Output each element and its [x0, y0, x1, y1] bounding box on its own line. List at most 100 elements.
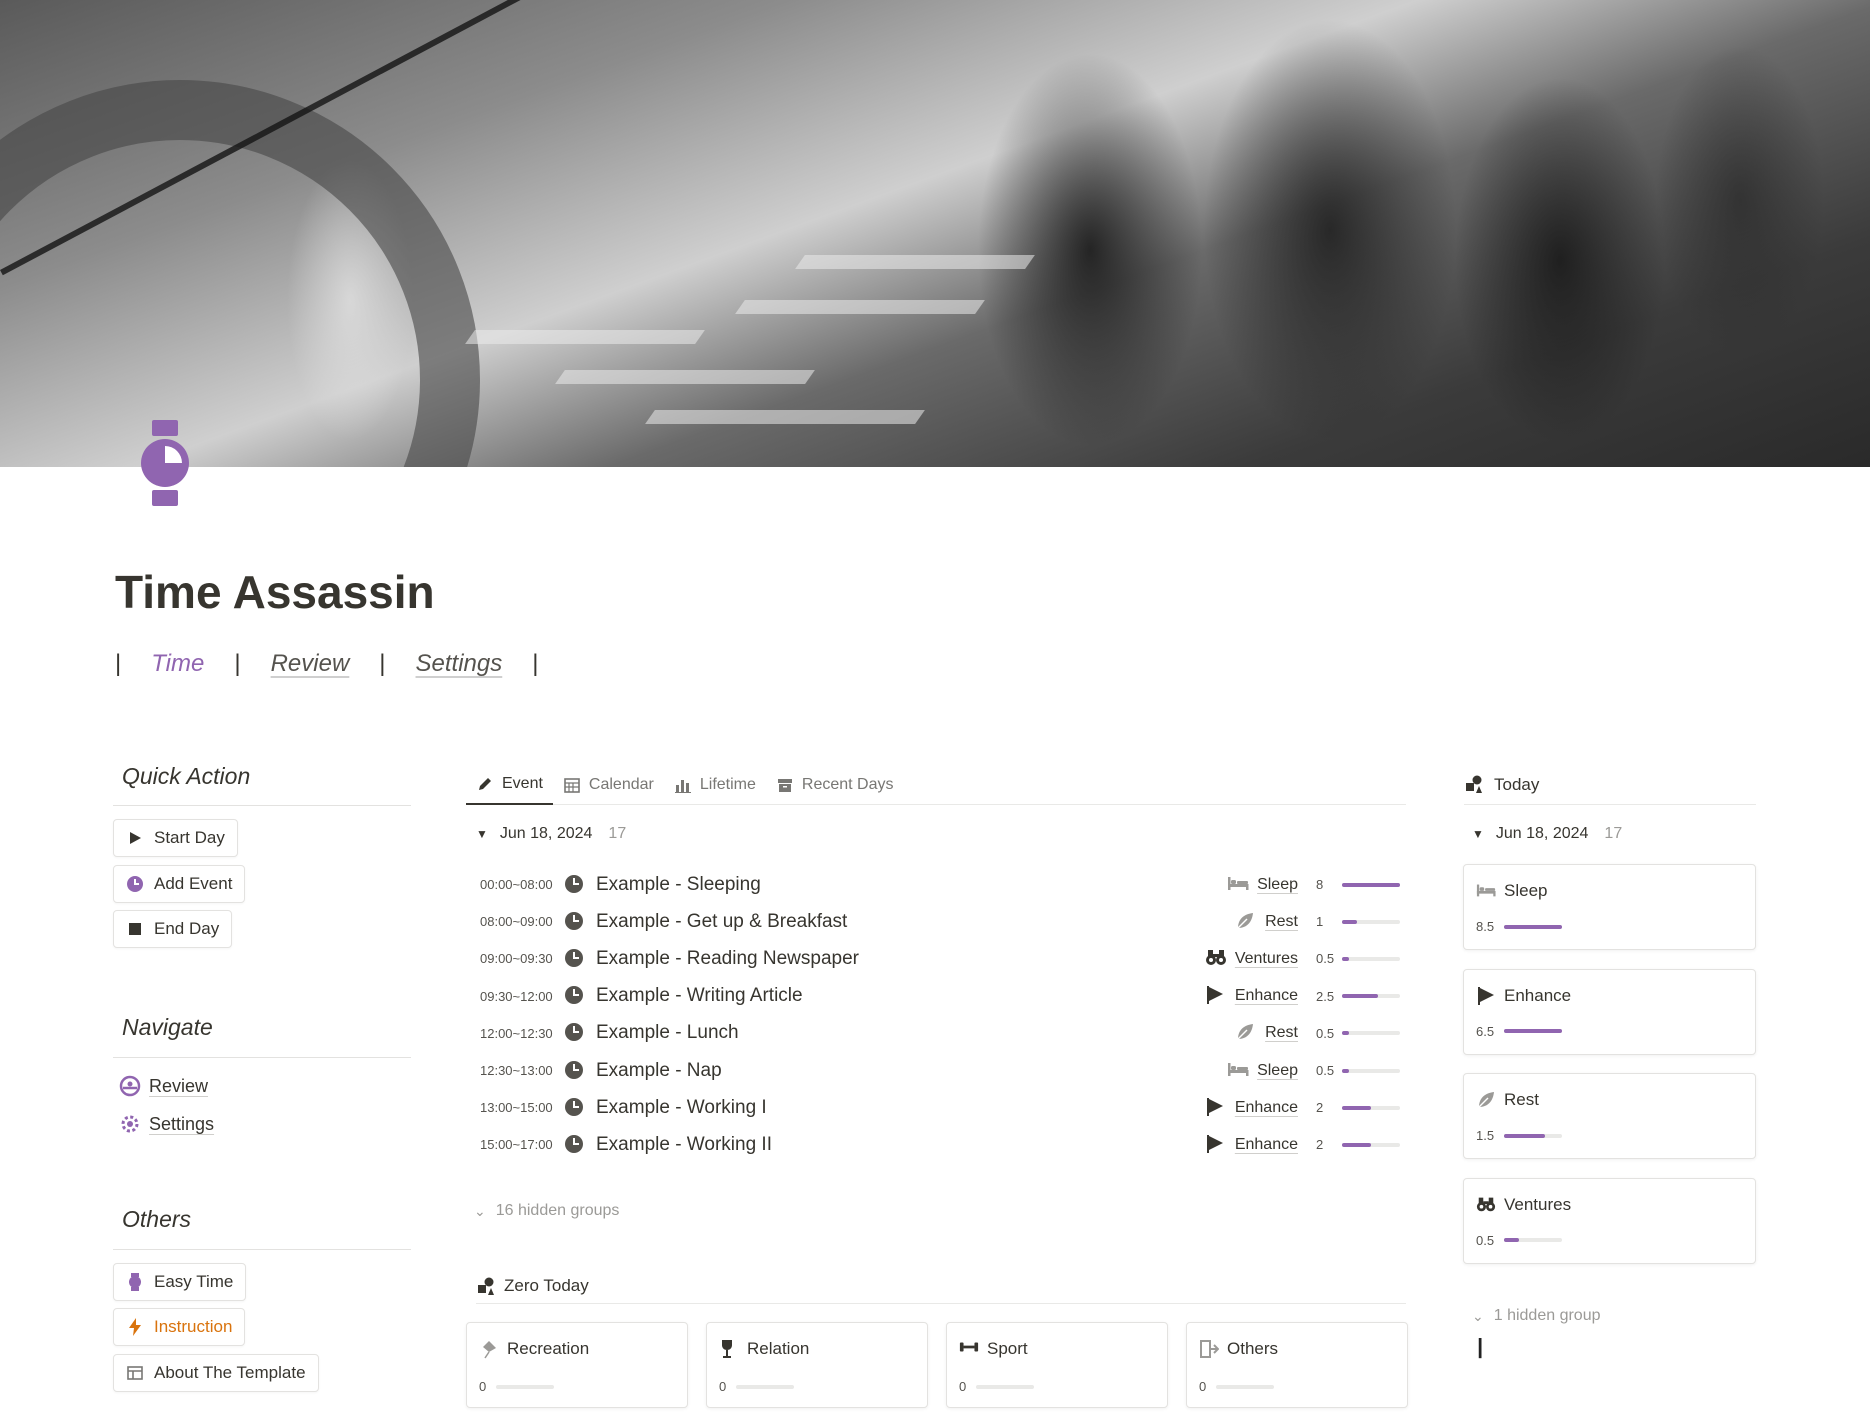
event-category-label: Ventures — [1234, 949, 1298, 967]
card-value-row: 0 — [1199, 1379, 1275, 1394]
watch-icon — [126, 1273, 144, 1291]
easy-time-button[interactable]: Easy Time — [113, 1263, 247, 1301]
progress-bar — [1342, 956, 1400, 961]
card-label: Recreation — [507, 1339, 590, 1358]
shapes-icon — [1464, 774, 1486, 796]
progress-bar — [1342, 994, 1400, 999]
zero-today-card[interactable]: Others 0 — [1186, 1322, 1408, 1408]
event-row[interactable]: 00:00~08:00 Example - Sleeping Sleep 8 — [480, 866, 1400, 903]
event-category[interactable]: Enhance — [1205, 1134, 1298, 1156]
clock-icon — [564, 1134, 586, 1156]
event-value: 0.5 — [1316, 1025, 1335, 1041]
event-title: Example - Get up & Breakfast — [596, 910, 848, 932]
event-meta: Rest 1 — [1235, 903, 1400, 940]
instruction-button[interactable]: Instruction — [113, 1308, 246, 1346]
binoculars-icon — [1476, 1195, 1496, 1215]
card-value-row: 0 — [719, 1379, 795, 1394]
event-category[interactable]: Rest — [1235, 1022, 1298, 1044]
event-row[interactable]: 09:30~12:00 Example - Writing Article Enha… — [480, 978, 1400, 1015]
tab-separator: | — [379, 650, 386, 677]
leaf-icon — [1476, 1090, 1496, 1110]
today-group-header[interactable]: ▼ Jun 18, 2024 17 — [1472, 825, 1622, 843]
chevron-down-icon: ⌄ — [1472, 1307, 1484, 1324]
calendar-icon — [563, 776, 581, 794]
event-category-label: Enhance — [1234, 1098, 1298, 1116]
divider — [113, 1057, 411, 1058]
clock-icon — [564, 948, 586, 970]
progress-bar — [1342, 882, 1400, 887]
event-category[interactable]: Enhance — [1205, 985, 1298, 1007]
today-card[interactable]: Enhance 6.5 — [1463, 968, 1756, 1055]
event-group-header[interactable]: ▼ Jun 18, 2024 17 — [476, 825, 626, 843]
card-value-row: 1.5 — [1476, 1128, 1563, 1143]
zero-today-card[interactable]: Sport 0 — [946, 1322, 1168, 1408]
clock-icon — [564, 985, 586, 1007]
top-tabs: | Time | Review | Settings | — [115, 650, 568, 678]
event-row[interactable]: 15:00~17:00 Example - Working II Enhance 2 — [480, 1126, 1400, 1163]
tab-recent-days[interactable]: Recent Days — [766, 765, 904, 805]
event-category[interactable]: Sleep — [1227, 1060, 1298, 1082]
event-title: Example - Working II — [596, 1133, 772, 1155]
nav-review-link[interactable]: Review — [119, 1075, 208, 1097]
event-meta: Enhance 2.5 — [1205, 978, 1400, 1015]
today-card[interactable]: Rest 1.5 — [1463, 1073, 1756, 1159]
card-value: 0 — [959, 1379, 967, 1394]
binoculars-icon — [1205, 948, 1227, 970]
zero-today-card[interactable]: Recreation 0 — [466, 1322, 688, 1408]
tab-event[interactable]: Event — [466, 765, 553, 805]
event-title: Example - Nap — [596, 1059, 722, 1081]
chevron-down-icon: ⌄ — [474, 1202, 486, 1219]
card-label: Sport — [987, 1339, 1028, 1358]
event-title: Example - Lunch — [596, 1022, 739, 1044]
flag-icon — [1205, 985, 1227, 1007]
event-category-label: Sleep — [1257, 875, 1298, 893]
about-template-button[interactable]: About The Template — [113, 1354, 319, 1392]
watch-icon[interactable] — [134, 420, 196, 506]
clock-icon — [564, 1097, 586, 1119]
today-card[interactable]: Ventures 0.5 — [1463, 1177, 1756, 1264]
shapes-icon — [476, 1276, 496, 1296]
progress-bar — [976, 1384, 1035, 1389]
event-category[interactable]: Rest — [1235, 911, 1298, 933]
leaf-icon — [1235, 911, 1257, 933]
event-time: 12:00~12:30 — [480, 1025, 553, 1041]
hidden-groups-toggle[interactable]: ⌄ 16 hidden groups — [474, 1202, 619, 1220]
event-row[interactable]: 08:00~09:00 Example - Get up & Breakfast R… — [480, 903, 1400, 940]
start-day-button[interactable]: Start Day — [113, 819, 238, 857]
event-meta: Sleep 8 — [1227, 866, 1400, 903]
tab-review[interactable]: Review — [271, 650, 350, 678]
card-value-row: 8.5 — [1476, 919, 1563, 934]
hidden-group-toggle[interactable]: ⌄ 1 hidden group — [1472, 1307, 1601, 1325]
today-card[interactable]: Sleep 8.5 — [1463, 864, 1756, 950]
bed-icon — [1227, 874, 1249, 896]
event-row[interactable]: 13:00~15:00 Example - Working I Enhance 2 — [480, 1089, 1400, 1126]
progress-fill — [1342, 919, 1357, 924]
event-row[interactable]: 12:30~13:00 Example - Nap Sleep 0.5 — [480, 1052, 1400, 1089]
end-day-button[interactable]: End Day — [113, 910, 233, 948]
event-row[interactable]: 12:00~12:30 Example - Lunch Rest 0.5 — [480, 1015, 1400, 1052]
nav-settings-link[interactable]: Settings — [119, 1113, 214, 1135]
progress-bar — [1342, 1105, 1400, 1110]
card-value-row: 6.5 — [1476, 1024, 1563, 1039]
event-meta: Ventures 0.5 — [1205, 940, 1400, 977]
event-category[interactable]: Enhance — [1205, 1097, 1298, 1119]
add-event-button[interactable]: Add Event — [113, 865, 246, 903]
event-time: 09:00~09:30 — [480, 951, 553, 967]
progress-bar — [1342, 919, 1400, 924]
event-row[interactable]: 09:00~09:30 Example - Reading Newspaper Ve… — [480, 940, 1400, 977]
event-value: 0.5 — [1316, 951, 1335, 967]
tab-calendar[interactable]: Calendar — [553, 765, 664, 805]
progress-fill — [1342, 956, 1349, 961]
event-time: 13:00~15:00 — [480, 1100, 553, 1116]
event-category[interactable]: Ventures — [1205, 948, 1298, 970]
event-category-label: Rest — [1265, 1024, 1298, 1042]
tab-settings[interactable]: Settings — [416, 650, 503, 678]
event-category[interactable]: Sleep — [1227, 874, 1298, 896]
bed-icon — [1476, 881, 1496, 901]
clock-icon — [564, 874, 586, 896]
zero-today-card[interactable]: Relation 0 — [706, 1322, 928, 1408]
card-label: Sleep — [1504, 881, 1548, 900]
card-title: Recreation — [479, 1339, 589, 1359]
tab-time[interactable]: Time — [151, 650, 204, 678]
tab-lifetime[interactable]: Lifetime — [664, 765, 766, 805]
